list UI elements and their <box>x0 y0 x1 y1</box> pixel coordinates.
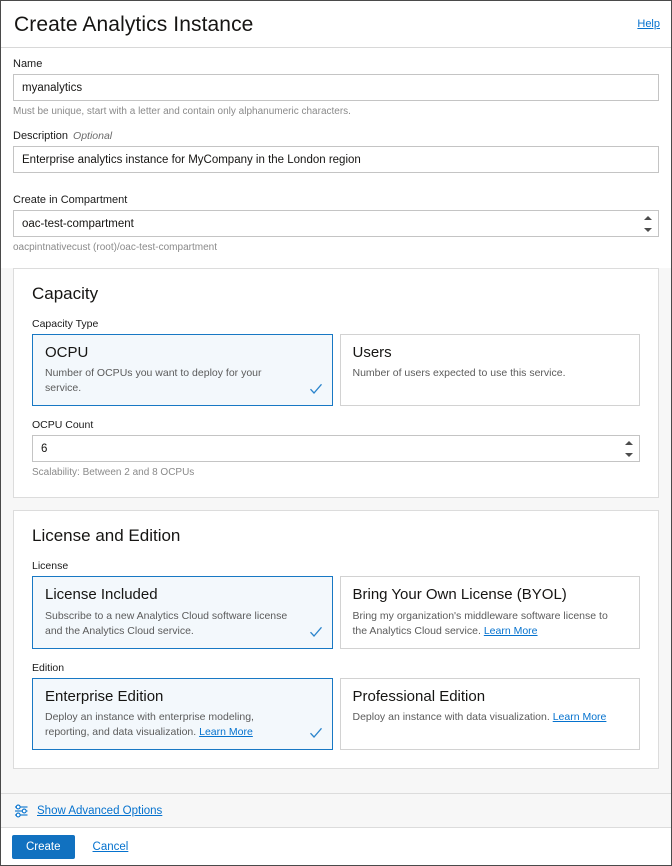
license-label: License <box>32 560 640 572</box>
license-option-byol-title: Bring Your Own License (BYOL) <box>353 586 629 605</box>
compartment-select[interactable] <box>13 210 659 237</box>
ocpu-count-wrap <box>32 435 640 462</box>
ocpu-count-field-group: OCPU Count Scalability: Between 2 and 8 … <box>32 419 640 479</box>
capacity-type-card-row: OCPU Number of OCPUs you want to deploy … <box>32 334 640 407</box>
name-label: Name <box>13 58 659 70</box>
dialog-body: Name Must be unique, start with a letter… <box>1 48 671 793</box>
edition-option-professional-desc-text: Deploy an instance with data visualizati… <box>353 711 550 723</box>
edition-professional-learn-more-link[interactable]: Learn More <box>553 711 607 723</box>
name-field-group: Name Must be unique, start with a letter… <box>13 58 659 118</box>
ocpu-count-stepper[interactable] <box>32 435 640 462</box>
show-advanced-options-link[interactable]: Show Advanced Options <box>37 805 162 817</box>
edition-enterprise-learn-more-link[interactable]: Learn More <box>199 726 253 738</box>
help-link[interactable]: Help <box>637 18 660 30</box>
create-button[interactable]: Create <box>12 835 75 859</box>
capacity-panel-title: Capacity <box>32 285 640 304</box>
name-helper-text: Must be unique, start with a letter and … <box>13 105 659 118</box>
description-label: Description Optional <box>13 130 659 142</box>
edition-option-enterprise-desc: Deploy an instance with enterprise model… <box>45 710 321 740</box>
license-byol-learn-more-link[interactable]: Learn More <box>484 625 538 637</box>
check-icon <box>309 625 323 639</box>
capacity-type-label: Capacity Type <box>32 318 640 330</box>
sliders-icon <box>14 803 29 818</box>
ocpu-count-helper-text: Scalability: Between 2 and 8 OCPUs <box>32 466 640 479</box>
description-field-group: Description Optional <box>13 130 659 182</box>
dialog-header: Create Analytics Instance Help <box>1 1 671 48</box>
license-option-included-desc-text: Subscribe to a new Analytics Cloud softw… <box>45 610 287 637</box>
license-option-byol-desc-text: Bring my organization's middleware softw… <box>353 610 608 637</box>
cancel-button[interactable]: Cancel <box>93 841 129 853</box>
capacity-option-users[interactable]: Users Number of users expected to use th… <box>340 334 641 407</box>
license-option-included[interactable]: License Included Subscribe to a new Anal… <box>32 576 333 649</box>
edition-option-enterprise-title: Enterprise Edition <box>45 688 321 707</box>
description-optional-tag: Optional <box>73 130 112 142</box>
license-option-byol-desc: Bring my organization's middleware softw… <box>353 609 629 639</box>
license-option-included-title: License Included <box>45 586 321 605</box>
compartment-field-group: Create in Compartment oacpintnativecust … <box>13 194 659 254</box>
check-icon <box>309 726 323 740</box>
compartment-label: Create in Compartment <box>13 194 659 206</box>
edition-option-professional-title: Professional Edition <box>353 688 629 707</box>
capacity-option-ocpu[interactable]: OCPU Number of OCPUs you want to deploy … <box>32 334 333 407</box>
license-edition-panel: License and Edition License License Incl… <box>13 510 659 769</box>
capacity-option-ocpu-desc: Number of OCPUs you want to deploy for y… <box>45 366 321 396</box>
edition-label: Edition <box>32 662 640 674</box>
capacity-option-users-desc: Number of users expected to use this ser… <box>353 366 629 381</box>
license-card-row: License Included Subscribe to a new Anal… <box>32 576 640 649</box>
description-spacer <box>13 173 659 182</box>
basic-fields-region: Name Must be unique, start with a letter… <box>1 48 671 268</box>
license-option-byol[interactable]: Bring Your Own License (BYOL) Bring my o… <box>340 576 641 649</box>
compartment-select-wrap <box>13 210 659 237</box>
license-edition-panel-title: License and Edition <box>32 527 640 546</box>
check-icon <box>309 382 323 396</box>
capacity-option-users-title: Users <box>353 344 629 363</box>
advanced-options-bar: Show Advanced Options <box>1 793 671 827</box>
capacity-panel: Capacity Capacity Type OCPU Number of OC… <box>13 268 659 498</box>
edition-card-row: Enterprise Edition Deploy an instance wi… <box>32 678 640 751</box>
capacity-option-ocpu-title: OCPU <box>45 344 321 363</box>
edition-option-professional[interactable]: Professional Edition Deploy an instance … <box>340 678 641 751</box>
license-option-included-desc: Subscribe to a new Analytics Cloud softw… <box>45 609 321 639</box>
description-label-text: Description <box>13 130 68 142</box>
create-analytics-instance-dialog: Create Analytics Instance Help Name Must… <box>0 0 672 866</box>
description-input[interactable] <box>13 146 659 173</box>
dialog-action-bar: Create Cancel <box>1 827 671 865</box>
edition-option-enterprise[interactable]: Enterprise Edition Deploy an instance wi… <box>32 678 333 751</box>
name-input[interactable] <box>13 74 659 101</box>
ocpu-count-label: OCPU Count <box>32 419 640 431</box>
page-title: Create Analytics Instance <box>14 14 637 35</box>
compartment-helper-text: oacpintnativecust (root)/oac-test-compar… <box>13 241 659 254</box>
edition-option-professional-desc: Deploy an instance with data visualizati… <box>353 710 629 725</box>
